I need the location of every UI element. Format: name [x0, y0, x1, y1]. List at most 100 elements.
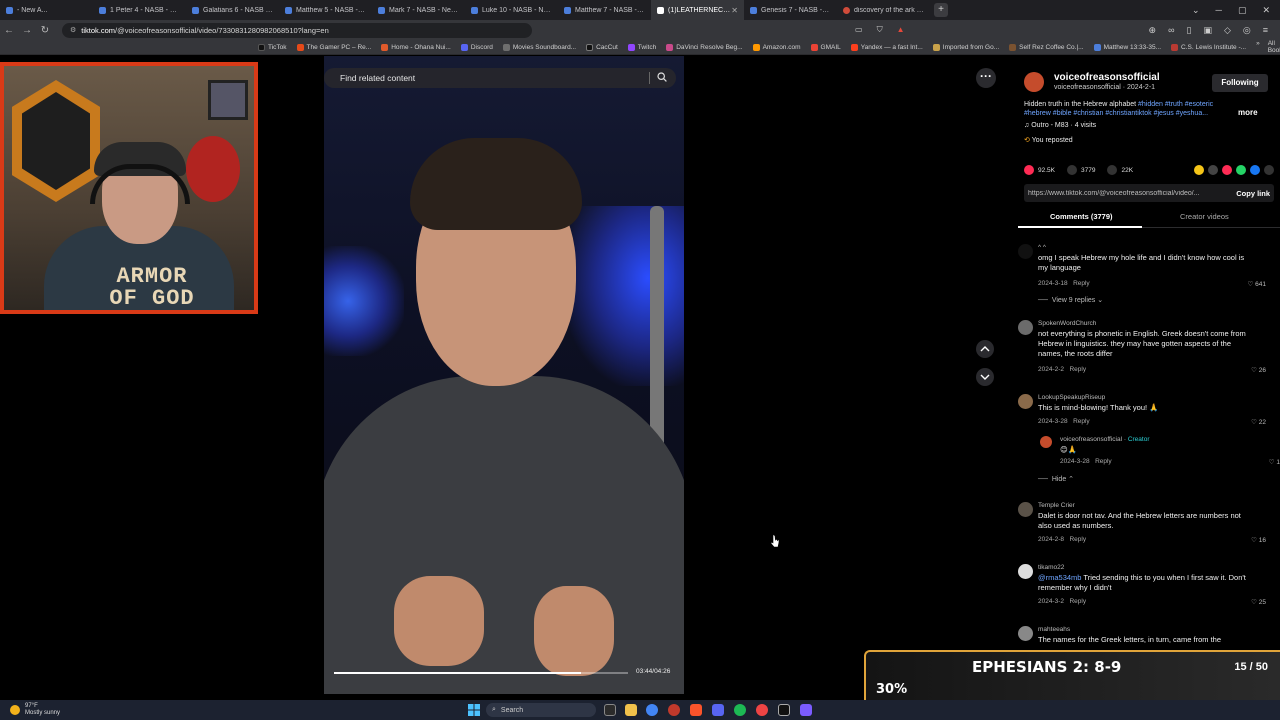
tab-comments[interactable]: Comments (3779) [1050, 212, 1113, 221]
browser-tab[interactable]: discovery of the ark - Brav... [837, 0, 930, 20]
embed-icon[interactable] [1208, 165, 1218, 175]
bookmark-folder[interactable]: Imported from Go... [932, 43, 999, 51]
bookmark-item[interactable]: CacCut [586, 43, 618, 51]
comment-username[interactable]: tikamo22 [1038, 564, 1064, 571]
cast-icon[interactable]: ▭ [855, 25, 863, 35]
comment-username[interactable]: ^ ^ [1038, 244, 1046, 251]
bookmark-item[interactable]: Home - Ohana Nui... [381, 43, 451, 51]
spotify-icon[interactable] [734, 704, 746, 716]
brave-rewards-icon[interactable]: ▲ [897, 25, 905, 35]
copy-link-button[interactable]: Copy link [1236, 189, 1274, 198]
chevron-right-icon[interactable]: » [1256, 40, 1260, 54]
facebook-icon[interactable] [1250, 165, 1260, 175]
browser-tab[interactable]: Galatians 6 - NASB - New... [186, 0, 279, 20]
bookmark-item[interactable]: DaVinci Resolve Beg... [666, 43, 743, 51]
app-icon[interactable] [668, 704, 680, 716]
address-bar[interactable]: ⚙ tiktok.com/@voiceofreasonsofficial/vid… [62, 22, 532, 38]
related-content-search[interactable]: Find related content [324, 68, 676, 88]
bookmark-item[interactable]: Movies Soundboard... [502, 43, 576, 51]
taskbar-search[interactable]: ⌕ Search [486, 703, 596, 717]
bookmark-item[interactable]: Matthew 13:33-35... [1093, 43, 1161, 51]
reload-icon[interactable]: ↻ [36, 25, 54, 36]
link-icon[interactable]: ∞ [1168, 25, 1174, 35]
maximize-icon[interactable]: ▢ [1238, 5, 1247, 16]
search-icon[interactable] [657, 72, 667, 82]
avatar[interactable] [1018, 626, 1033, 641]
view-replies-button[interactable]: ── View 9 replies ⌄ [1038, 296, 1103, 304]
comment-username[interactable]: SpokenWordChurch [1038, 320, 1096, 327]
repost-share-icon[interactable] [1194, 165, 1204, 175]
file-explorer-icon[interactable] [625, 704, 637, 716]
comment-username[interactable]: LookupSpeakupRiseup [1038, 394, 1105, 401]
hide-replies-button[interactable]: ── Hide ⌃ [1038, 475, 1074, 483]
obs-icon[interactable] [756, 704, 768, 716]
bookmark-item[interactable]: Amazon.com [752, 43, 801, 51]
grid-app-icon[interactable] [800, 704, 812, 716]
minimize-icon[interactable]: ─ [1216, 5, 1222, 16]
comment-like-button[interactable]: ♡ 16 [1251, 536, 1266, 544]
reply-button[interactable]: Reply [1069, 536, 1086, 543]
weather-widget[interactable]: 97°F Mostly sunny [0, 703, 60, 717]
comment-like-button[interactable]: ♡ 22 [1251, 418, 1266, 426]
reply-button[interactable]: Reply [1069, 366, 1086, 373]
capcut-icon[interactable] [778, 704, 790, 716]
avatar[interactable] [1018, 244, 1033, 259]
comment-button[interactable]: 3779 [1067, 165, 1095, 175]
bookmark-item[interactable]: C.S. Lewis Institute -... [1171, 43, 1246, 51]
avatar[interactable] [1040, 436, 1052, 448]
vpn-icon[interactable]: ◎ [1243, 25, 1251, 36]
browser-tab[interactable]: Mark 7 - NASB - New Am... [372, 0, 465, 20]
bookmark-item[interactable]: Yandex — a fast Int... [850, 43, 923, 51]
avatar[interactable] [1018, 394, 1033, 409]
save-button[interactable]: 22K [1107, 165, 1133, 175]
tab-creator-videos[interactable]: Creator videos [1180, 212, 1229, 221]
bookmark-item[interactable]: TicTok [258, 43, 287, 51]
comment-username[interactable]: mahteeahs [1038, 626, 1070, 633]
author-username[interactable]: voiceofreasonsofficial [1054, 72, 1160, 83]
share-arrow-icon[interactable] [1264, 165, 1274, 175]
video-player[interactable] [324, 56, 684, 694]
video-progress-bar[interactable] [334, 672, 628, 674]
extension-icon[interactable]: ⊕ [1149, 25, 1157, 36]
brave-icon[interactable] [690, 704, 702, 716]
task-view-icon[interactable] [604, 704, 616, 716]
close-window-icon[interactable]: ✕ [1262, 5, 1270, 16]
bookmark-item[interactable]: Discord [460, 43, 493, 51]
previous-video-button[interactable] [976, 340, 994, 358]
menu-icon[interactable]: ≡ [1263, 25, 1268, 35]
comment-like-button[interactable]: ♡ 1 [1269, 458, 1280, 466]
hashtags[interactable]: #hebrew #bible #christian #christiantikt… [1024, 110, 1208, 117]
tab-search-icon[interactable]: ⌄ [1192, 5, 1200, 16]
bookmark-item[interactable]: Twitch [627, 43, 656, 51]
avatar[interactable] [1018, 320, 1033, 335]
leo-icon[interactable]: ◇ [1224, 25, 1231, 36]
video-link[interactable]: https://www.tiktok.com/@voiceofreasonsof… [1024, 190, 1218, 197]
all-bookmarks[interactable]: All Bookmarks [1268, 40, 1280, 54]
reply-button[interactable]: Reply [1073, 280, 1090, 287]
avatar[interactable] [1018, 564, 1033, 579]
send-icon[interactable] [1222, 165, 1232, 175]
mention-link[interactable]: @rma534mb [1038, 573, 1081, 582]
wallet-icon[interactable]: ▣ [1203, 25, 1212, 36]
browser-tab[interactable]: Matthew 7 - NASB - New... [558, 0, 651, 20]
reply-button[interactable]: Reply [1073, 418, 1090, 425]
comment-username[interactable]: voiceofreasonsofficial · Creator [1060, 436, 1150, 443]
avatar[interactable] [1018, 502, 1033, 517]
sidebar-icon[interactable]: ▯ [1186, 25, 1191, 36]
comment-like-button[interactable]: ♡ 26 [1251, 366, 1266, 374]
brave-shield-icon[interactable]: ⛉ [877, 25, 883, 35]
site-info-icon[interactable]: ⚙ [70, 26, 76, 34]
reply-button[interactable]: Reply [1095, 458, 1112, 465]
more-description-button[interactable]: more [1238, 108, 1258, 117]
comment-username[interactable]: Temple Crier [1038, 502, 1075, 509]
browser-tab[interactable]: Luke 10 - NASB - New Am... [465, 0, 558, 20]
new-tab-button[interactable]: + [934, 3, 948, 17]
browser-tab[interactable]: Matthew 5 - NASB - New... [279, 0, 372, 20]
more-options-button[interactable]: ··· [976, 68, 996, 88]
browser-tab[interactable]: - New A... [0, 0, 93, 20]
bookmark-item[interactable]: GMAIL [810, 43, 841, 51]
whatsapp-icon[interactable] [1236, 165, 1246, 175]
forward-icon[interactable]: → [18, 25, 36, 36]
comment-like-button[interactable]: ♡ 25 [1251, 598, 1266, 606]
close-tab-icon[interactable]: ✕ [731, 6, 738, 15]
